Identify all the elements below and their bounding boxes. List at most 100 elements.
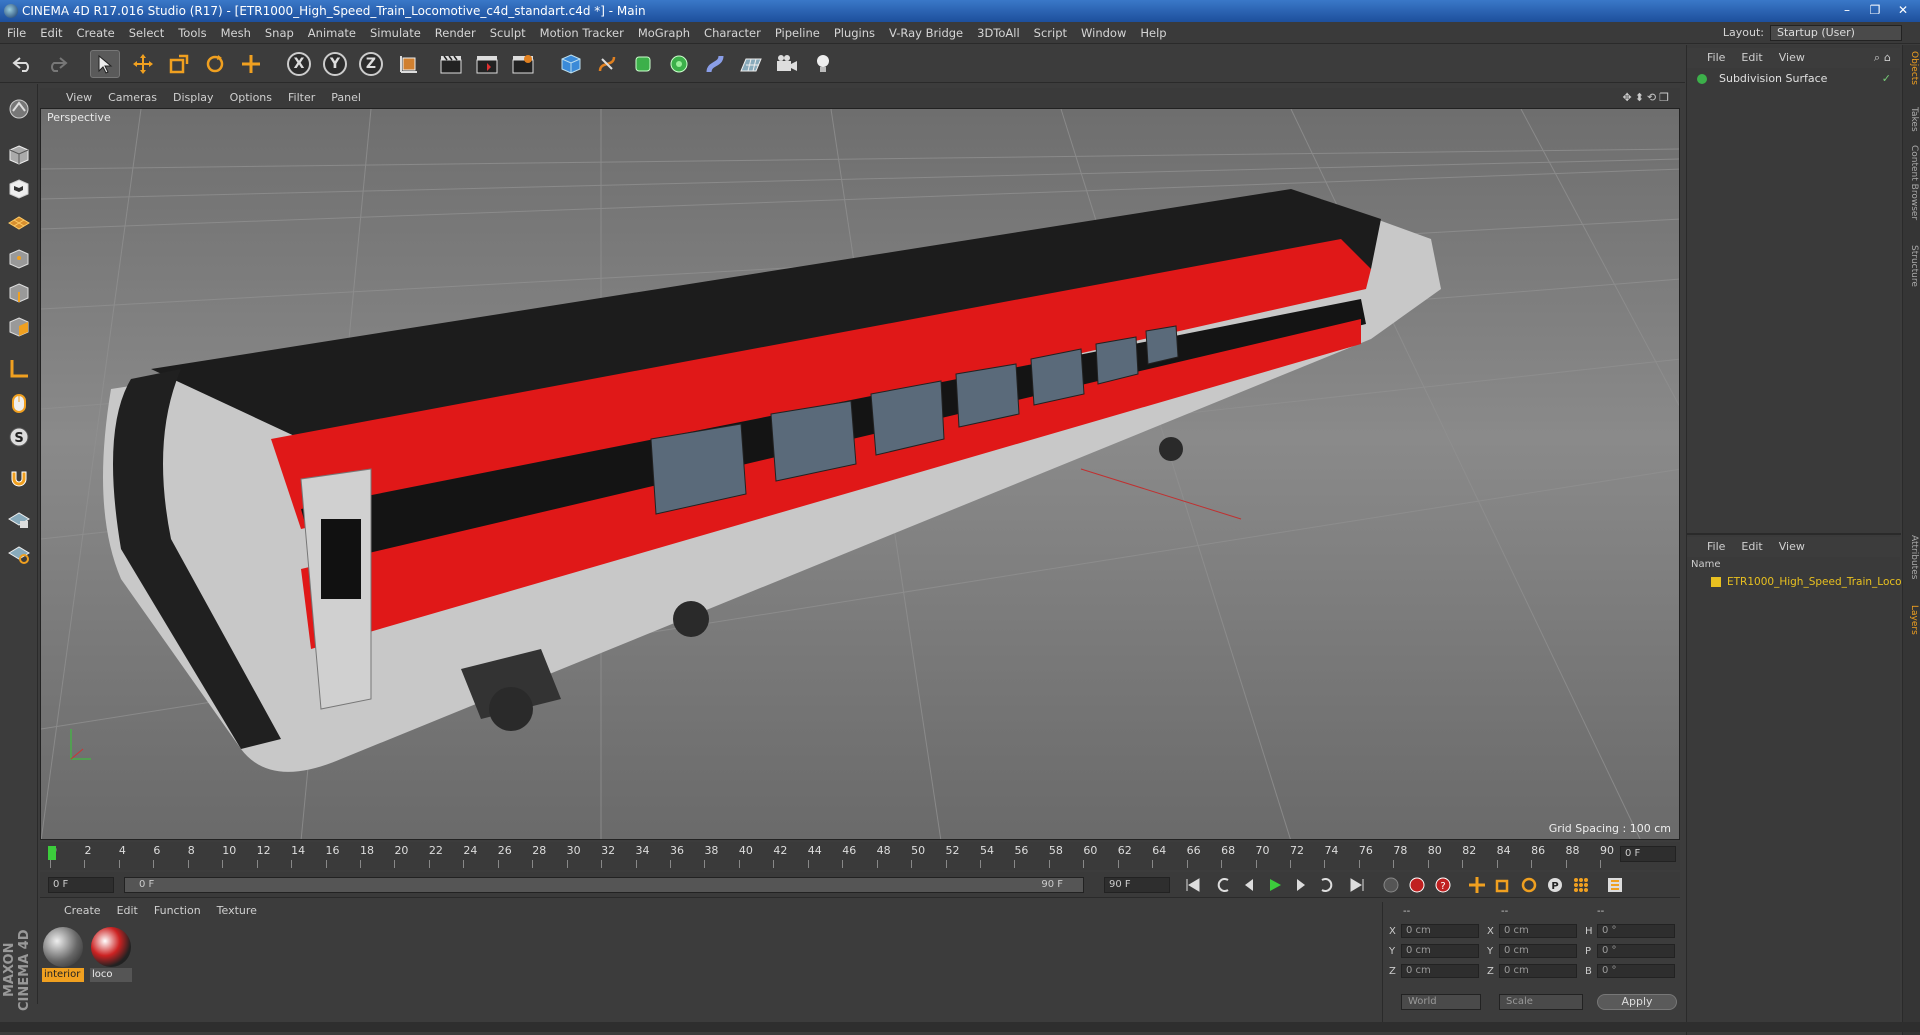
minimize-button[interactable]: –: [1834, 2, 1860, 18]
move-tool[interactable]: [128, 50, 158, 78]
menu-sculpt[interactable]: Sculpt: [483, 22, 533, 44]
layer-row-etr1000[interactable]: ETR1000_High_Speed_Train_Locon: [1687, 573, 1901, 591]
side-tab-content-browser[interactable]: Content Browser: [1905, 145, 1919, 220]
light-button[interactable]: [808, 50, 838, 78]
viewport-menu-view[interactable]: View: [40, 88, 100, 108]
viewport-menu-cameras[interactable]: Cameras: [100, 88, 165, 108]
menu-vray-bridge[interactable]: V-Ray Bridge: [882, 22, 970, 44]
material-menu-create[interactable]: Create: [40, 902, 109, 920]
camera-button[interactable]: [772, 50, 802, 78]
side-tab-structure[interactable]: Structure: [1905, 245, 1919, 287]
position-x-field[interactable]: 0 cm: [1401, 924, 1479, 938]
next-key-button[interactable]: [1316, 875, 1338, 895]
menu-mesh[interactable]: Mesh: [214, 22, 258, 44]
timeline-ruler[interactable]: 0246810121416182022242628303234363840424…: [40, 842, 1680, 870]
magnet-tool-button[interactable]: [4, 464, 34, 494]
menu-create[interactable]: Create: [70, 22, 122, 44]
coordinate-mode-dropdown[interactable]: World: [1401, 994, 1481, 1010]
size-y-field[interactable]: 0 cm: [1499, 944, 1577, 958]
menu-plugins[interactable]: Plugins: [827, 22, 882, 44]
menu-motion-tracker[interactable]: Motion Tracker: [533, 22, 631, 44]
redo-button[interactable]: [42, 50, 72, 78]
key-scale-button[interactable]: [1492, 875, 1514, 895]
object-manager-search-icon[interactable]: ⌕⌂: [1874, 48, 1895, 68]
menu-select[interactable]: Select: [122, 22, 171, 44]
object-menu-file[interactable]: File: [1687, 48, 1733, 68]
key-position-button[interactable]: [1466, 875, 1488, 895]
frame-range-slider[interactable]: 0 F 90 F: [124, 877, 1084, 893]
material-menu-function[interactable]: Function: [146, 902, 209, 920]
cloner-button[interactable]: [664, 50, 694, 78]
material-menu-edit[interactable]: Edit: [109, 902, 146, 920]
rotate-tool[interactable]: [200, 50, 230, 78]
layout-dropdown[interactable]: Startup (User): [1770, 25, 1902, 41]
end-frame-field[interactable]: 90 F: [1104, 877, 1170, 893]
position-z-field[interactable]: 0 cm: [1401, 964, 1479, 978]
menu-animate[interactable]: Animate: [301, 22, 363, 44]
current-frame-field[interactable]: 0 F: [1620, 846, 1676, 862]
viewport-menu-display[interactable]: Display: [165, 88, 222, 108]
menu-render[interactable]: Render: [428, 22, 483, 44]
menu-simulate[interactable]: Simulate: [363, 22, 428, 44]
object-enabled-checkmark-icon[interactable]: ✓: [1882, 70, 1891, 88]
x-axis-lock[interactable]: X: [284, 50, 314, 78]
menu-snap[interactable]: Snap: [258, 22, 301, 44]
recent-tool[interactable]: [236, 50, 266, 78]
restore-button[interactable]: ❐: [1862, 2, 1888, 18]
live-selection-tool[interactable]: [90, 50, 120, 78]
deformer-button[interactable]: [700, 50, 730, 78]
timeline-playhead[interactable]: [48, 846, 56, 860]
render-view-button[interactable]: [436, 50, 466, 78]
menu-mograph[interactable]: MoGraph: [631, 22, 697, 44]
side-tab-layers[interactable]: Layers: [1905, 605, 1919, 635]
next-frame-button[interactable]: [1290, 875, 1312, 895]
menu-window[interactable]: Window: [1074, 22, 1133, 44]
key-rotation-button[interactable]: [1518, 875, 1540, 895]
play-button[interactable]: [1264, 875, 1286, 895]
locked-workplane-button[interactable]: [4, 504, 34, 534]
workplane-mode-button[interactable]: [4, 206, 34, 236]
size-mode-dropdown[interactable]: Scale: [1499, 994, 1583, 1010]
record-active-objects-button[interactable]: [1406, 875, 1428, 895]
y-axis-lock[interactable]: Y: [320, 50, 350, 78]
rotation-h-field[interactable]: 0 °: [1597, 924, 1675, 938]
side-tab-objects[interactable]: Objects: [1905, 51, 1919, 85]
key-pla-button[interactable]: [1570, 875, 1592, 895]
tweak-mode-button[interactable]: [4, 388, 34, 418]
menu-edit[interactable]: Edit: [33, 22, 69, 44]
menu-help[interactable]: Help: [1133, 22, 1173, 44]
make-editable-button[interactable]: [4, 94, 34, 124]
close-button[interactable]: ✕: [1890, 2, 1916, 18]
floor-button[interactable]: [736, 50, 766, 78]
viewport-nav-icons[interactable]: ✥⬍⟲❐: [1622, 88, 1672, 108]
autokeying-button[interactable]: ?: [1432, 875, 1454, 895]
viewport-menu-filter[interactable]: Filter: [280, 88, 323, 108]
position-y-field[interactable]: 0 cm: [1401, 944, 1479, 958]
render-to-picture-viewer-button[interactable]: [472, 50, 502, 78]
undo-button[interactable]: [8, 50, 38, 78]
size-x-field[interactable]: 0 cm: [1499, 924, 1577, 938]
material-swatch-interior[interactable]: interior: [42, 926, 84, 984]
layer-menu-edit[interactable]: Edit: [1733, 537, 1770, 557]
model-mode-button[interactable]: [4, 140, 34, 170]
points-mode-button[interactable]: [4, 244, 34, 274]
perspective-viewport[interactable]: Perspective Grid Spacing : 100 cm: [40, 108, 1680, 840]
layer-menu-view[interactable]: View: [1771, 537, 1813, 557]
apply-button[interactable]: Apply: [1597, 994, 1677, 1010]
object-menu-view[interactable]: View: [1771, 48, 1813, 68]
start-frame-field[interactable]: 0 F: [48, 877, 114, 893]
side-tab-takes[interactable]: Takes: [1905, 107, 1919, 132]
side-tab-attributes[interactable]: Attributes: [1905, 535, 1919, 579]
key-parameter-button[interactable]: P: [1544, 875, 1566, 895]
menu-file[interactable]: File: [0, 22, 33, 44]
rotation-b-field[interactable]: 0 °: [1597, 964, 1675, 978]
menu-tools[interactable]: Tools: [171, 22, 213, 44]
material-menu-texture[interactable]: Texture: [209, 902, 265, 920]
edit-render-settings-button[interactable]: [508, 50, 538, 78]
menu-pipeline[interactable]: Pipeline: [768, 22, 827, 44]
material-swatch-loco[interactable]: loco: [90, 926, 132, 984]
menu-character[interactable]: Character: [697, 22, 768, 44]
object-row-subdivision-surface[interactable]: Subdivision Surface ✓: [1687, 70, 1901, 88]
texture-mode-button[interactable]: [4, 174, 34, 204]
polygons-mode-button[interactable]: [4, 312, 34, 342]
